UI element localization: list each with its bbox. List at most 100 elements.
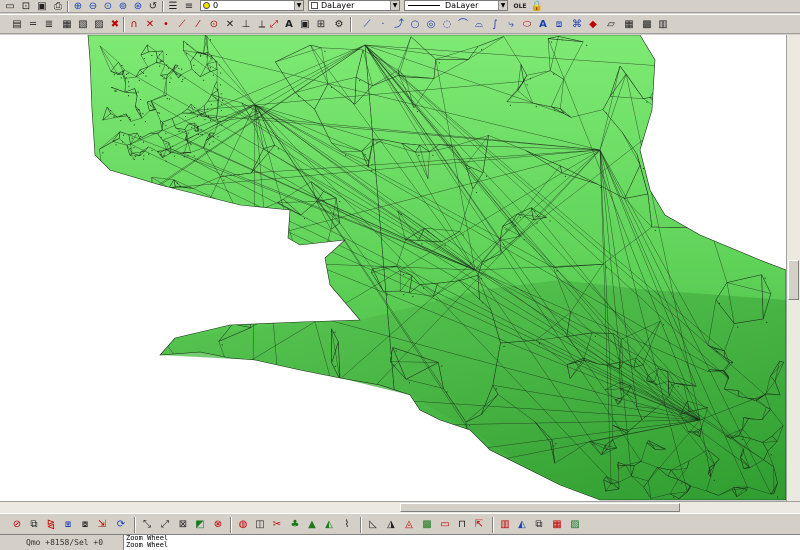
scale-icon[interactable]: ⤡: [140, 518, 154, 532]
copy-icon[interactable]: ⧉: [27, 518, 41, 532]
chevron-down-icon[interactable]: ▼: [294, 1, 303, 10]
snap-center-icon[interactable]: ⊙: [207, 18, 221, 32]
horizontal-scrollbar-thumb[interactable]: [400, 503, 680, 512]
draw-region-icon[interactable]: ▱: [604, 18, 618, 32]
chevron-down-icon[interactable]: ▼: [390, 1, 399, 10]
offset-icon[interactable]: ⧆: [61, 518, 75, 532]
vertical-scrollbar[interactable]: [786, 35, 800, 501]
draw-circle-icon[interactable]: ○: [408, 18, 422, 32]
zoom-out-icon[interactable]: ⊖: [86, 0, 100, 14]
volume-icon[interactable]: ◮: [384, 518, 398, 532]
draw-ellipse-icon[interactable]: ⬭: [520, 18, 534, 32]
snap-point-icon[interactable]: •: [159, 18, 173, 32]
draw-arc-3p-icon[interactable]: ⌓: [472, 18, 486, 32]
vertical-scrollbar-thumb[interactable]: [788, 260, 799, 300]
extend-icon[interactable]: ◩: [193, 518, 207, 532]
layer-states-icon[interactable]: ≡: [182, 0, 196, 14]
command-history[interactable]: Zoom Wheel Zoom Wheel: [123, 535, 800, 550]
report-icon[interactable]: ⧉: [532, 518, 546, 532]
break-icon[interactable]: ⊗: [211, 518, 225, 532]
draw-raster-icon[interactable]: ▩: [640, 18, 654, 32]
layer-combo[interactable]: 0 ▼: [200, 0, 304, 11]
draw-circle-2p-icon[interactable]: ◎: [424, 18, 438, 32]
tree-icon[interactable]: ♣: [288, 518, 302, 532]
draw-circle-3p-icon[interactable]: ◌: [440, 18, 454, 32]
pan-icon[interactable]: ↺: [146, 0, 160, 14]
draw-text-icon[interactable]: A: [536, 18, 550, 32]
slope-icon[interactable]: ◬: [402, 518, 416, 532]
grid-dem-icon[interactable]: ▩: [420, 518, 434, 532]
survey-point: [113, 74, 115, 76]
layer-manager-icon[interactable]: ☰: [166, 0, 180, 14]
profile-icon[interactable]: ⌇: [340, 518, 354, 532]
snap-insert-icon[interactable]: ▣: [298, 18, 312, 32]
draw-boundary-icon[interactable]: ⧈: [552, 18, 566, 32]
layout-icon[interactable]: ▭: [438, 518, 452, 532]
snap-settings-icon[interactable]: ⚙: [332, 18, 346, 32]
copy-block-icon[interactable]: ▨: [92, 18, 106, 32]
chevron-down-icon[interactable]: ▼: [498, 1, 507, 10]
zoom-in-icon[interactable]: ⊕: [71, 0, 85, 14]
mirror-icon[interactable]: ⧎: [44, 518, 58, 532]
snap-text-icon[interactable]: A: [282, 18, 296, 32]
section-icon[interactable]: ◺: [366, 518, 380, 532]
save-icon[interactable]: ▣: [35, 0, 49, 14]
delete-list-icon[interactable]: ▦: [60, 18, 74, 32]
table-icon[interactable]: ▥: [498, 518, 512, 532]
draw-fill-icon[interactable]: ◆: [586, 18, 600, 32]
snap-nearest-icon[interactable]: ⤢: [267, 18, 281, 32]
stretch-icon[interactable]: ⤢: [158, 518, 172, 532]
erase-block-icon[interactable]: ✖: [108, 18, 122, 32]
open-file-icon[interactable]: ⊡: [19, 0, 33, 14]
insert-block-icon[interactable]: ▧: [76, 18, 90, 32]
snap-intersection-icon[interactable]: ✕: [223, 18, 237, 32]
draw-curve-icon[interactable]: ⤷: [504, 18, 518, 32]
ole-button[interactable]: OLE: [512, 0, 528, 14]
linewidth-icon[interactable]: ═: [26, 18, 40, 32]
draw-spline-icon[interactable]: ∫: [488, 18, 502, 32]
snap-endpoint-icon[interactable]: ⟋: [175, 18, 189, 32]
draw-image-icon[interactable]: ▦: [622, 18, 636, 32]
survey-point: [150, 105, 152, 106]
zoom-window-icon[interactable]: ⊙: [101, 0, 115, 14]
zoom-previous-icon[interactable]: ⊛: [131, 0, 145, 14]
draw-arc-icon[interactable]: ⌒: [456, 18, 470, 32]
chart-icon[interactable]: ◭: [515, 518, 529, 532]
draw-polyline-icon[interactable]: ⤴: [392, 18, 406, 32]
print-icon[interactable]: ⎙: [51, 0, 65, 14]
snap-quadrant-icon[interactable]: ⊞: [314, 18, 328, 32]
drawing-canvas[interactable]: [0, 35, 786, 501]
survey-point: [200, 129, 202, 131]
surface-icon[interactable]: ◫: [253, 518, 267, 532]
triangulate-icon[interactable]: ◭: [322, 518, 336, 532]
cut-icon[interactable]: ✂: [270, 518, 284, 532]
horizontal-scrollbar[interactable]: [0, 501, 800, 513]
zoom-extents-icon[interactable]: ⊚: [116, 0, 130, 14]
plot-icon[interactable]: ⊓: [455, 518, 469, 532]
linetype-combo[interactable]: DaLayer ▼: [404, 0, 508, 11]
snap-midpoint-icon[interactable]: ⁄: [191, 18, 205, 32]
color-combo[interactable]: DaLayer ▼: [308, 0, 400, 11]
contour-icon[interactable]: ◍: [236, 518, 250, 532]
snap-magnet-icon[interactable]: ∩: [127, 18, 141, 32]
draw-table-icon[interactable]: ▥: [656, 18, 670, 32]
new-file-icon[interactable]: ▭: [3, 0, 17, 14]
rotate-icon[interactable]: ⟳: [114, 518, 128, 532]
hatch-pattern-icon[interactable]: ▨: [568, 518, 582, 532]
draw-line-icon[interactable]: ⟋: [360, 18, 374, 32]
list-icon[interactable]: ≣: [42, 18, 56, 32]
move-icon[interactable]: ⇲: [95, 518, 109, 532]
erase-icon[interactable]: ⊘: [10, 518, 24, 532]
array-icon[interactable]: ⧇: [78, 518, 92, 532]
snap-off-icon[interactable]: ✕: [143, 18, 157, 32]
draw-point-icon[interactable]: ·: [376, 18, 390, 32]
lock-icon[interactable]: 🔒: [530, 0, 544, 14]
draw-hatch-icon[interactable]: ⌘: [570, 18, 584, 32]
export-icon[interactable]: ⇱: [472, 518, 486, 532]
trim-icon[interactable]: ⊠: [176, 518, 190, 532]
snap-perpendicular-icon[interactable]: ⊥: [239, 18, 253, 32]
terrain-model-icon[interactable]: ▲: [305, 518, 319, 532]
properties-icon[interactable]: ▤: [10, 18, 24, 32]
survey-point: [551, 41, 553, 43]
grid-icon[interactable]: ▦: [550, 518, 564, 532]
